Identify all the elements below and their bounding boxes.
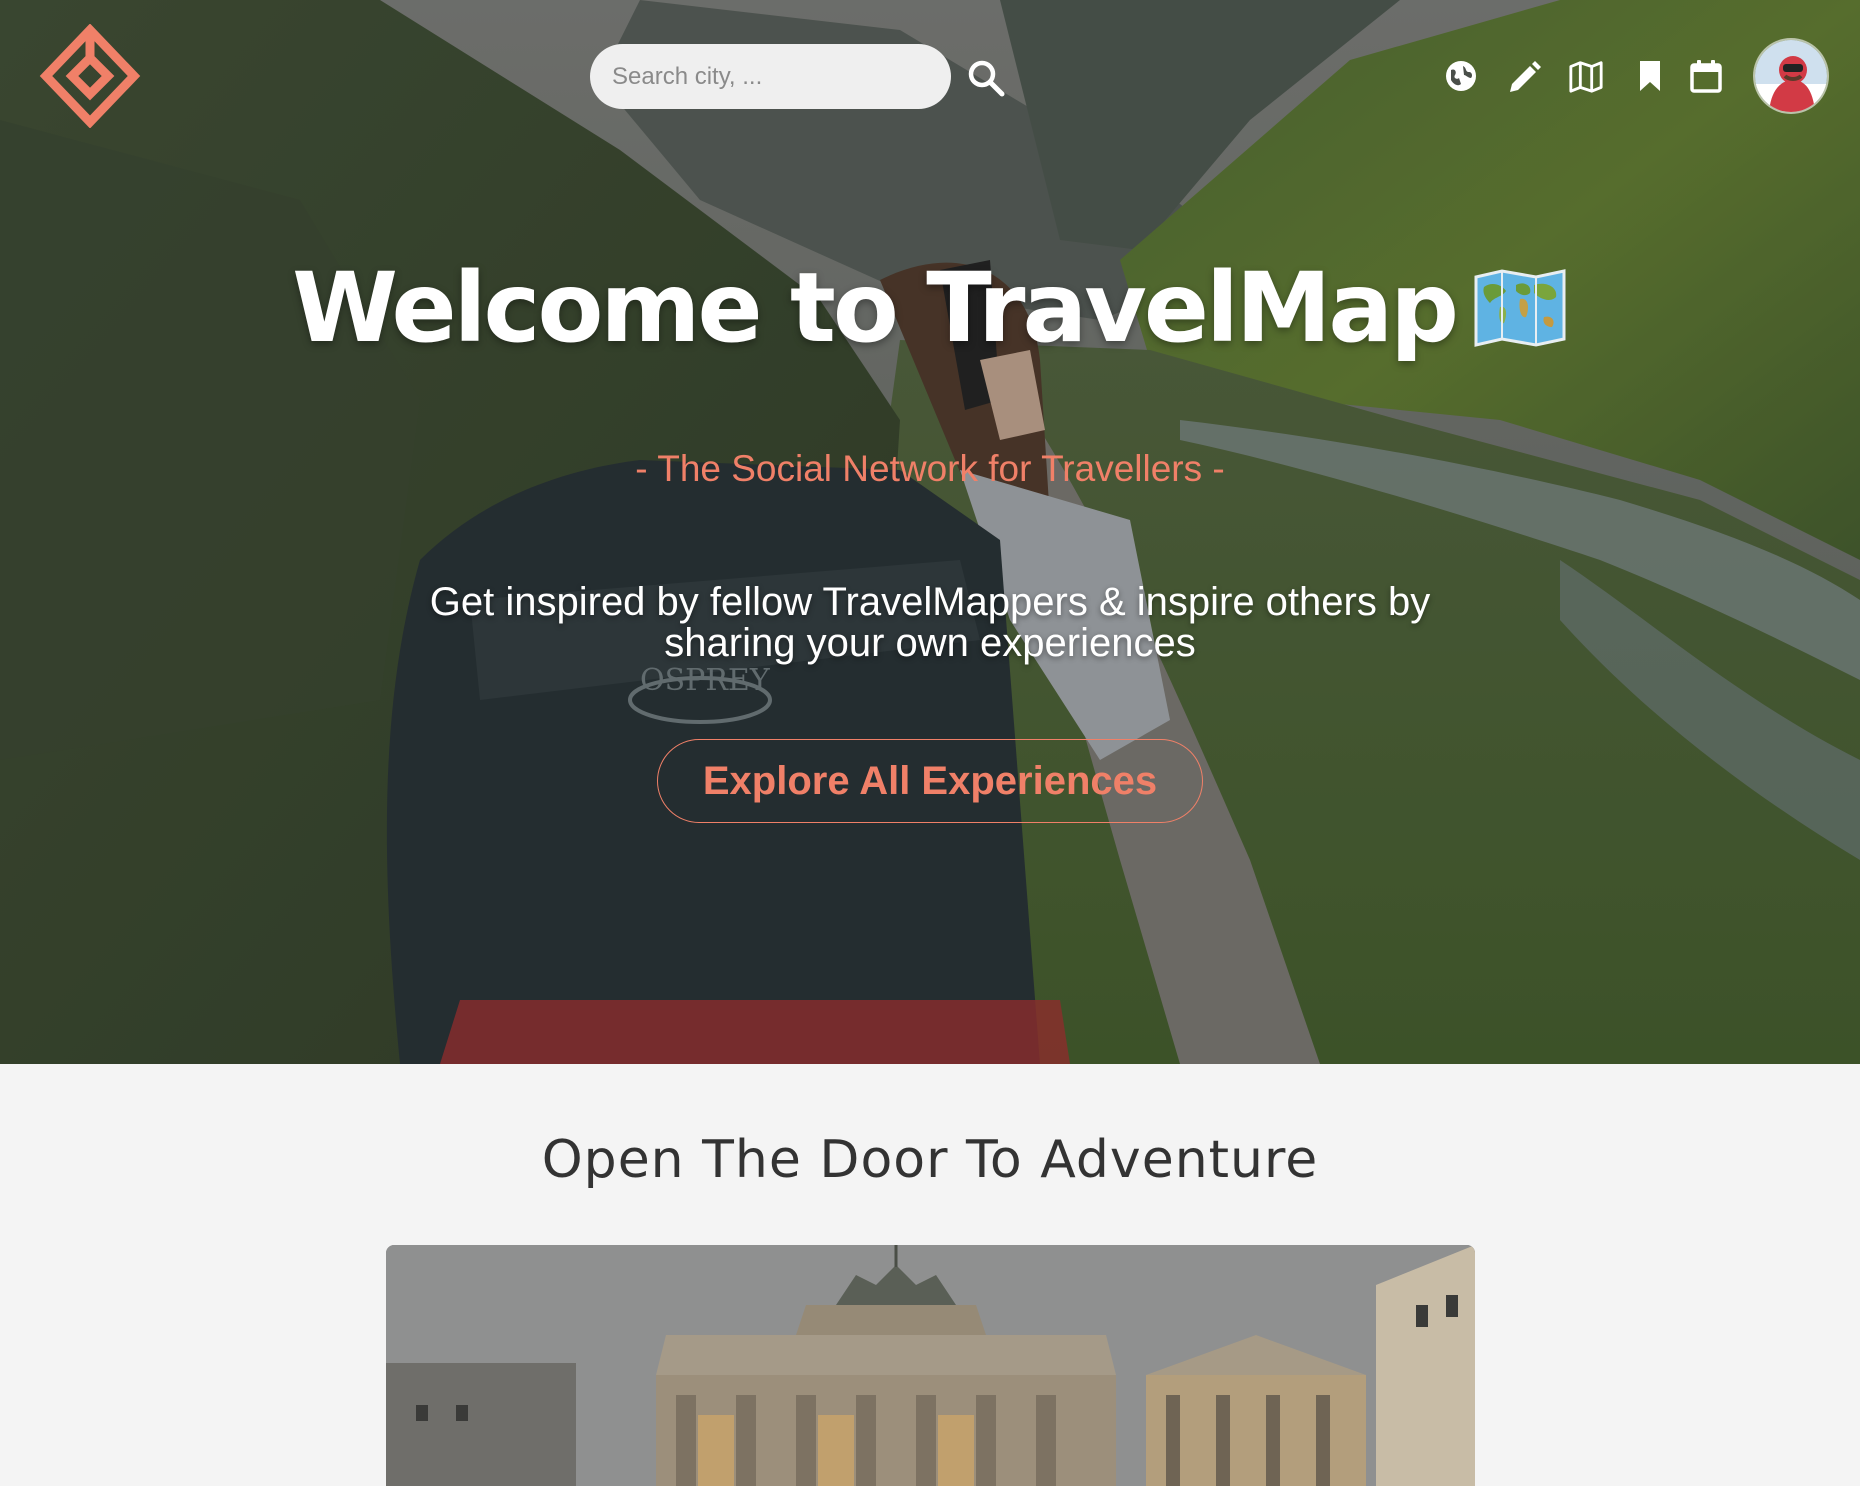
hero-description: Get inspired by fellow TravelMappers & i… — [429, 580, 1431, 665]
city-card-image[interactable] — [386, 1245, 1475, 1486]
hero-title: Welcome to TravelMap — [0, 252, 1860, 364]
pencil-icon[interactable] — [1506, 58, 1542, 94]
travelmap-logo[interactable] — [38, 24, 142, 128]
search-bar — [590, 44, 951, 109]
hero-subtitle: - The Social Network for Travellers - — [635, 448, 1225, 489]
calendar-icon[interactable] — [1688, 58, 1724, 94]
section-title: Open The Door To Adventure — [541, 1130, 1319, 1190]
hero-dark-overlay — [0, 0, 1860, 1064]
search-input[interactable] — [590, 44, 951, 109]
map-icon[interactable] — [1568, 58, 1604, 94]
world-map-icon — [1474, 269, 1566, 347]
hero-title-text: Welcome to TravelMap — [292, 252, 1459, 364]
page: OSPREY Search city, ... Welcome to Trave… — [0, 0, 1860, 1486]
search-icon[interactable] — [966, 58, 1006, 98]
avatar-photo — [1755, 40, 1827, 112]
user-avatar[interactable] — [1755, 40, 1827, 112]
explore-experiences-button[interactable]: Explore All Experiences — [657, 739, 1203, 823]
brandenburg-gate-photo — [386, 1245, 1475, 1486]
bookmark-icon[interactable] — [1632, 58, 1668, 94]
globe-icon[interactable] — [1443, 58, 1479, 94]
hero-section: OSPREY Search city, ... Welcome to Trave… — [0, 0, 1860, 1064]
